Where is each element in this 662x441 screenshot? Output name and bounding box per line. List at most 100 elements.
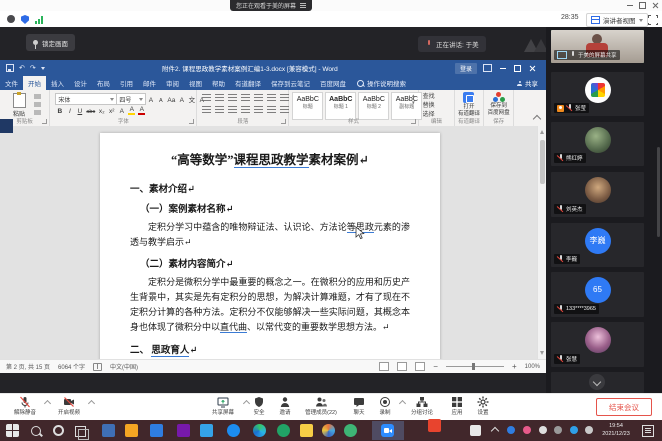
view-mode-button[interactable]: 演讲者视图 <box>586 13 648 27</box>
participant-tile-video[interactable]: 于美的屏幕共享 <box>551 30 644 63</box>
paste-button[interactable]: 粘贴 <box>8 93 30 118</box>
settings-button[interactable]: 设置 <box>472 396 494 416</box>
dialog-launcher-icon[interactable] <box>189 119 194 124</box>
manage-members-button[interactable]: 管理成员(22) <box>300 396 342 416</box>
bullets-icon[interactable] <box>202 94 211 102</box>
increase-indent-icon[interactable] <box>254 94 263 102</box>
calculator-app-icon[interactable] <box>102 424 115 437</box>
participant-tile[interactable]: 李巍 李巍 <box>551 223 644 267</box>
read-mode-icon[interactable] <box>379 362 389 371</box>
wps-app-icon[interactable] <box>125 424 138 437</box>
menu-icon[interactable] <box>300 3 306 8</box>
cortana-icon[interactable] <box>53 425 64 436</box>
word-close-icon[interactable] <box>529 65 536 72</box>
share-screen-button[interactable]: 共享屏幕 <box>205 396 241 416</box>
italic-button[interactable]: I <box>66 108 73 115</box>
shading-icon[interactable] <box>267 106 276 114</box>
video-options-caret[interactable] <box>88 400 95 407</box>
participant-tile[interactable]: 熊红婷 <box>551 122 644 166</box>
justify-icon[interactable] <box>241 106 250 114</box>
onenote-app-icon[interactable] <box>177 424 190 437</box>
borders-icon[interactable] <box>280 106 289 114</box>
tab-file[interactable]: 文件 <box>0 76 23 90</box>
zoom-in-icon[interactable]: + <box>512 363 517 370</box>
dialog-launcher-icon[interactable] <box>411 119 416 124</box>
dialog-launcher-icon[interactable] <box>42 119 47 124</box>
ribbon-display-options-icon[interactable] <box>483 64 492 72</box>
tab-baidupan[interactable]: 百度网盘 <box>315 76 351 90</box>
apps-button[interactable]: 应用 <box>446 396 468 416</box>
zoom-out-icon[interactable]: − <box>433 363 438 370</box>
language-indicator[interactable]: 中文(中国) <box>110 362 138 371</box>
s-app-icon[interactable] <box>428 419 441 432</box>
minimize-icon[interactable] <box>627 5 633 6</box>
blue-app-icon[interactable] <box>150 424 163 437</box>
word-restore-icon[interactable] <box>514 65 521 72</box>
close-icon[interactable] <box>652 2 659 9</box>
style-chip-heading2[interactable]: AaBbC 标题 2 <box>358 92 389 120</box>
show-marks-icon[interactable] <box>280 94 289 102</box>
start-video-button[interactable]: 开启视频 <box>52 396 86 416</box>
dialog-launcher-icon[interactable] <box>281 119 286 124</box>
doc-scrollbar[interactable] <box>537 126 546 359</box>
superscript-button[interactable]: x² <box>108 108 115 115</box>
floating-widget[interactable] <box>0 119 13 133</box>
maximize-icon[interactable] <box>639 2 646 9</box>
network-signal-icon[interactable] <box>35 16 44 24</box>
align-right-icon[interactable] <box>228 106 237 114</box>
highlight-button[interactable]: A <box>128 106 135 115</box>
participant-tile[interactable]: 刘英杰 <box>551 172 644 217</box>
copy-icon[interactable] <box>34 102 41 107</box>
participant-tile[interactable]: 张莹 <box>551 72 644 116</box>
breakout-rooms-button[interactable]: 分组讨论 <box>404 396 440 416</box>
redo-icon[interactable]: ↷ <box>30 64 36 72</box>
replace-button[interactable]: 替换 <box>423 102 435 111</box>
start-button[interactable] <box>6 424 19 437</box>
document-page[interactable]: “高等数学”课程思政教学素材案例↵ 一、素材介绍↵ （一）案例素材名称↵ 定积分… <box>100 133 440 359</box>
tray-mic-icon[interactable] <box>539 426 547 434</box>
phonetic-guide-button[interactable]: 文 <box>188 94 195 104</box>
taskbar-clock[interactable]: 19:54 2021/12/23 <box>598 423 634 438</box>
grow-font-button[interactable]: A <box>147 97 154 104</box>
signin-button[interactable]: 登录 <box>455 63 477 74</box>
tab-youdao[interactable]: 有道翻译 <box>230 76 266 90</box>
tray-ime-icon[interactable] <box>470 425 481 436</box>
font-name-combo[interactable]: 宋体 <box>55 93 117 105</box>
style-chip-heading1[interactable]: AaBbC 标题 1 <box>325 92 356 120</box>
voov-meeting-icon[interactable] <box>381 424 394 437</box>
tab-help[interactable]: 帮助 <box>207 76 230 90</box>
text-effects-button[interactable]: A <box>118 108 125 115</box>
page-indicator[interactable]: 第 2 页, 共 15 页 <box>6 362 50 371</box>
browser-sphere-icon[interactable] <box>322 424 335 437</box>
zoom-level[interactable]: 100% <box>525 364 540 370</box>
word-minimize-icon[interactable] <box>500 68 506 69</box>
tab-home[interactable]: 开始 <box>23 76 46 90</box>
tray-shield-icon[interactable] <box>570 426 578 434</box>
cut-icon[interactable] <box>34 94 41 99</box>
tray-blue-icon[interactable] <box>507 426 515 434</box>
strikethrough-button[interactable]: abc <box>86 109 95 115</box>
tray-pink-icon[interactable] <box>523 426 531 434</box>
file-explorer-icon[interactable] <box>300 424 313 437</box>
zoom-slider[interactable] <box>446 366 504 367</box>
find-button[interactable]: 查找 <box>423 93 435 102</box>
fullscreen-icon[interactable] <box>648 15 658 25</box>
undo-icon[interactable]: ↶ <box>19 64 25 72</box>
web-layout-icon[interactable] <box>415 362 425 371</box>
proofing-icon[interactable] <box>93 363 102 371</box>
scroll-down-icon[interactable] <box>540 351 544 355</box>
tab-view[interactable]: 视图 <box>184 76 207 90</box>
tab-design[interactable]: 设计 <box>69 76 92 90</box>
participant-tile[interactable]: 张慧 <box>551 322 644 367</box>
invite-button[interactable]: 邀请 <box>274 396 296 416</box>
numbering-icon[interactable] <box>215 94 224 102</box>
scrollbar-thumb[interactable] <box>540 140 545 184</box>
tell-me-search[interactable]: 操作说明搜索 <box>357 78 406 88</box>
participant-tile[interactable]: 65 133****3965 <box>551 272 644 317</box>
more-participants-button[interactable] <box>589 374 605 390</box>
bold-button[interactable]: B <box>56 108 63 115</box>
align-left-icon[interactable] <box>202 106 211 114</box>
line-spacing-icon[interactable] <box>254 106 263 114</box>
tab-review[interactable]: 审阅 <box>161 76 184 90</box>
chat-button[interactable]: 聊天 <box>348 396 370 416</box>
